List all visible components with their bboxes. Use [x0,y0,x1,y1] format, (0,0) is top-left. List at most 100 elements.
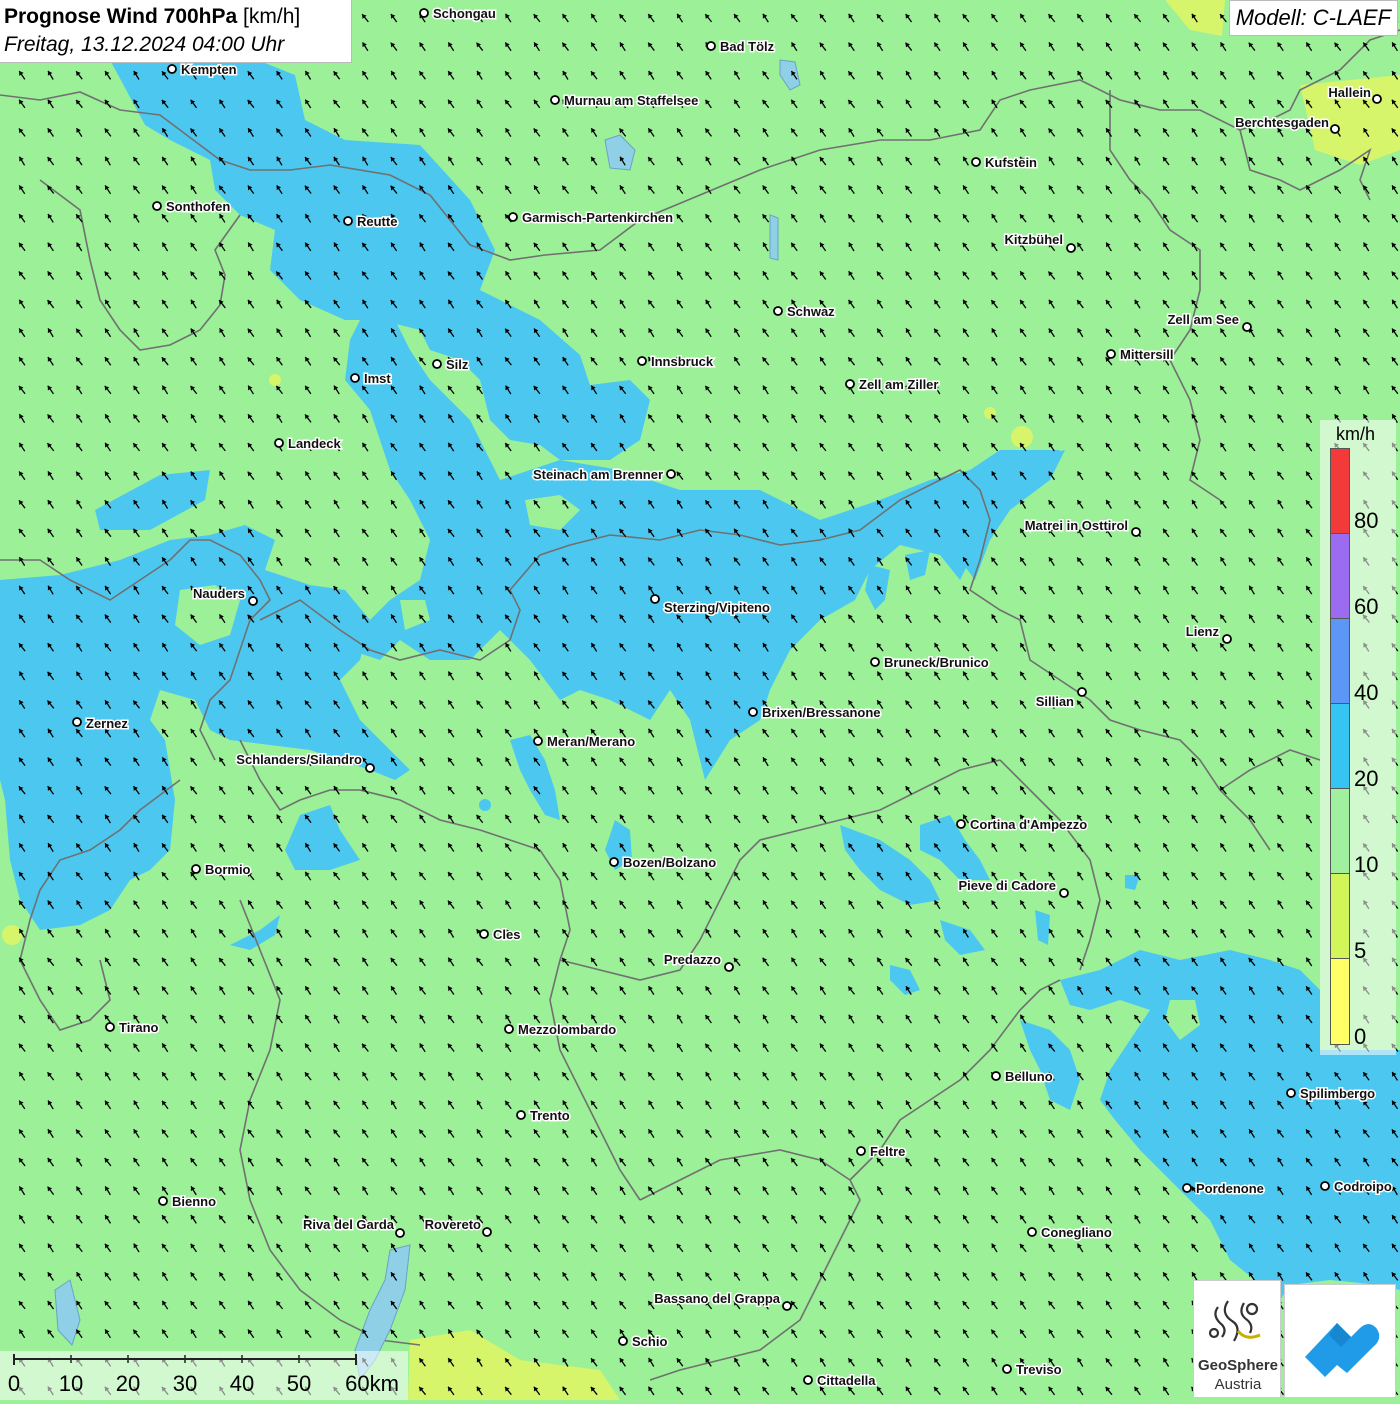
map-title-box: Prognose Wind 700hPa [km/h] Freitag, 13.… [0,0,352,63]
map-title: Prognose Wind 700hPa [km/h] [4,3,347,31]
place-label: Berchtesgaden [1235,115,1329,130]
place-label: Brixen/Bressanone [762,705,881,720]
place-label: Codroipo [1334,1179,1392,1194]
place-marker [724,962,734,972]
place-label: Rovereto [425,1217,481,1232]
legend-tick-0: 0 [1354,1024,1367,1049]
place-marker [956,819,966,829]
place-label: Meran/Merano [547,734,635,749]
place-label: Trento [530,1108,570,1123]
place-label: Conegliano [1041,1225,1112,1240]
weather-app-icon [1305,1323,1380,1377]
place-label: Lienz [1186,624,1220,639]
place-marker [419,8,429,18]
legend-tick-20: 20 [1354,766,1379,791]
place-label: Bassano del Grappa [654,1291,780,1306]
place-marker [479,929,489,939]
place-label: Spilimbergo [1300,1086,1375,1101]
place-label: Tirano [119,1020,159,1035]
place-marker [1182,1183,1192,1193]
place-label: Landeck [288,436,342,451]
place-label: Feltre [870,1144,905,1159]
place-marker [1027,1227,1037,1237]
legend-swatch-40 [1331,619,1349,704]
place-label: Sterzing/Vipiteno [664,600,770,615]
place-label: Mittersill [1120,347,1173,362]
place-marker [1131,527,1141,537]
place-marker [706,41,716,51]
map-title-unit: [km/h] [237,5,301,28]
place-marker [1320,1181,1330,1191]
geosphere-logo-line1: GeoSphere [1197,1357,1279,1374]
place-label: Zell am See [1167,312,1239,327]
place-marker [550,95,560,105]
place-label: Innsbruck [651,354,714,369]
place-marker [1330,124,1340,134]
place-label: Sonthofen [166,199,230,214]
place-marker [856,1146,866,1156]
geosphere-logo[interactable]: GeoSphere Austria [1193,1280,1281,1398]
place-marker [666,469,676,479]
place-label: Bad Tölz [720,39,775,54]
legend-swatch-60 [1331,534,1349,619]
place-label: Cittadella [817,1373,876,1388]
legend-swatch-5 [1331,874,1349,959]
place-marker [350,373,360,383]
place-marker [167,64,177,74]
place-label: Kempten [181,62,237,77]
scale-bar-line [13,1354,357,1365]
place-marker [773,306,783,316]
legend-tick-40: 40 [1354,680,1379,705]
place-label: Bruneck/Brunico [884,655,989,670]
place-marker [1242,322,1252,332]
legend-swatch-20 [1331,704,1349,789]
place-label: Garmisch-Partenkirchen [522,210,673,225]
place-marker [1066,243,1076,253]
place-marker [274,438,284,448]
place-label: Zernez [86,716,128,731]
place-marker [504,1024,514,1034]
place-label: Bozen/Bolzano [623,855,716,870]
legend-tick-80: 80 [1354,508,1379,533]
place-label: Nauders [193,586,245,601]
place-marker [158,1196,168,1206]
place-marker [991,1071,1001,1081]
place-label: Cortina d'Ampezzo [970,817,1087,832]
place-marker [618,1336,628,1346]
place-marker [782,1301,792,1311]
legend-swatch-10 [1331,789,1349,874]
place-label: Cles [493,927,520,942]
place-marker [365,763,375,773]
place-marker [105,1022,115,1032]
place-label: Silz [446,357,469,372]
legend-unit: km/h [1336,424,1376,444]
place-marker [343,216,353,226]
scale-label: 60km [345,1371,399,1396]
place-marker [1077,687,1087,697]
legend-swatch-80 [1331,449,1349,534]
place-label: Predazzo [664,952,721,967]
place-label: Kufstein [985,155,1037,170]
scale-label: 50 [286,1371,312,1396]
scale-label: 0 [7,1371,21,1396]
place-label: Mezzolombardo [518,1022,616,1037]
place-marker [152,201,162,211]
place-label: Zell am Ziller [859,377,938,392]
place-marker [1372,94,1382,104]
place-marker [845,379,855,389]
scale-label: 20 [115,1371,141,1396]
geosphere-logo-line2: Austria [1214,1376,1262,1393]
place-label: Schwaz [787,304,835,319]
place-marker [191,864,201,874]
place-marker [1106,349,1116,359]
place-label: Belluno [1005,1069,1053,1084]
place-marker [803,1375,813,1385]
place-marker [1059,888,1069,898]
place-label: Bormio [205,862,251,877]
place-marker [508,212,518,222]
weather-app-logo[interactable] [1284,1284,1396,1398]
legend-tick-10: 10 [1354,852,1379,877]
place-label: Schio [632,1334,667,1349]
legend-swatch-0 [1331,959,1349,1044]
place-label: Pordenone [1196,1181,1264,1196]
